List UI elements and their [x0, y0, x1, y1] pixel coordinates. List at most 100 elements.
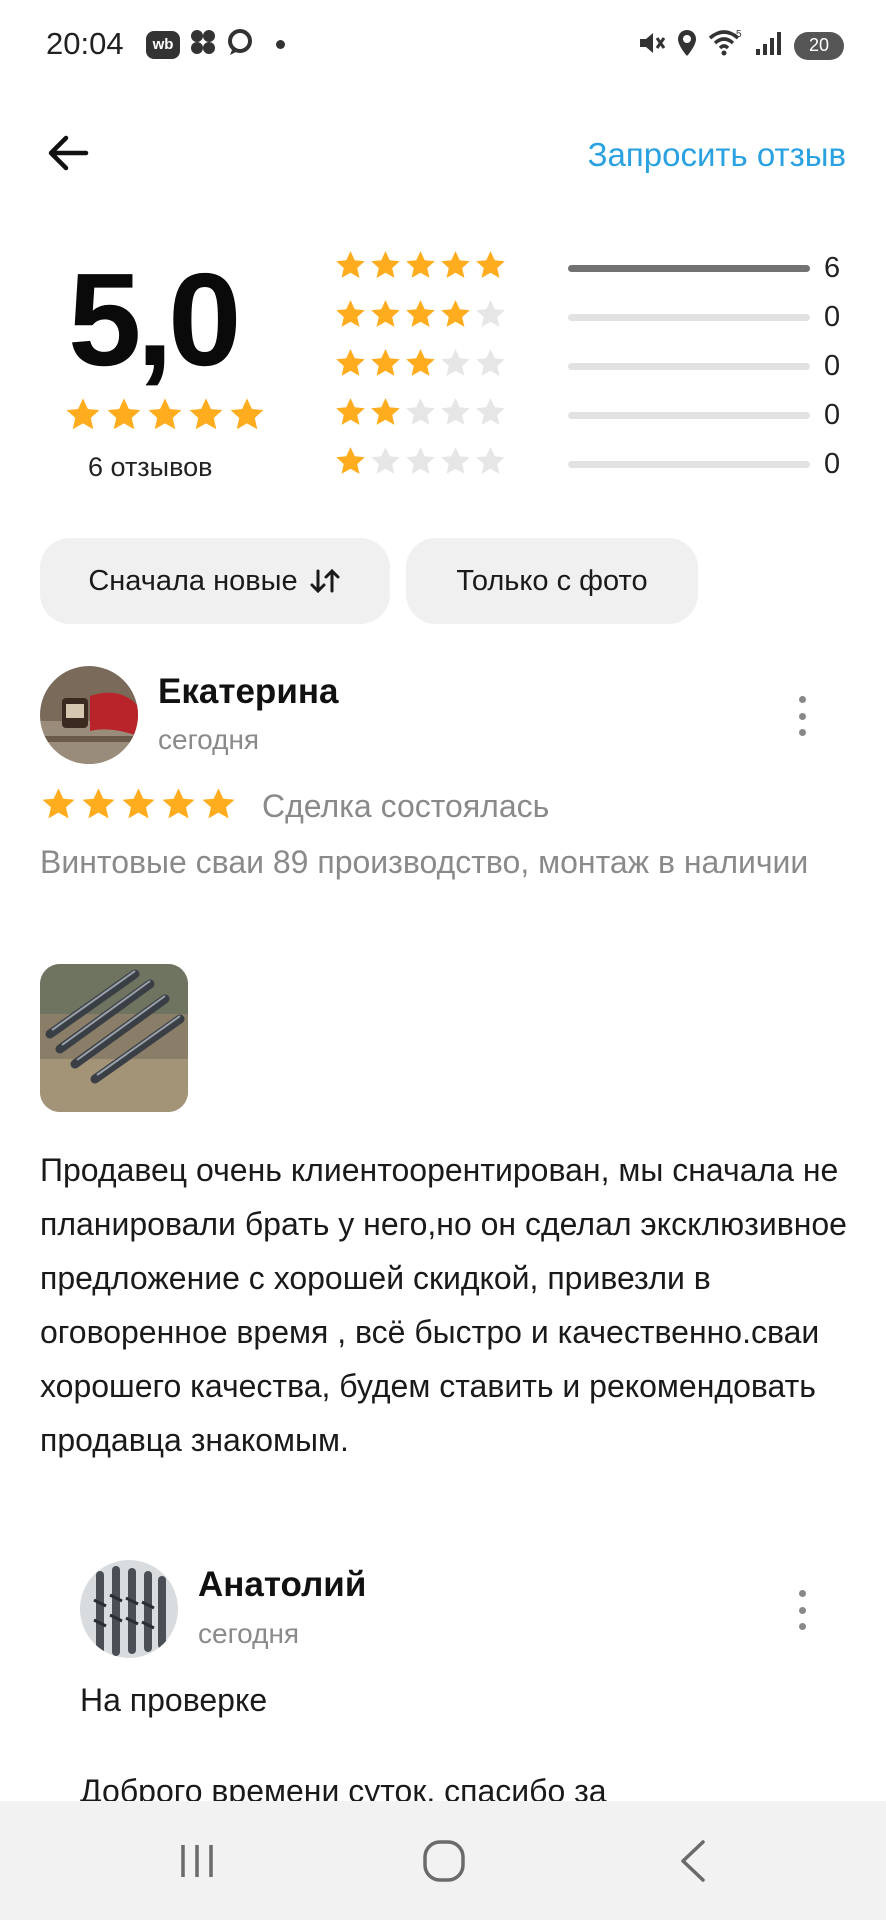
distribution-row-2[interactable]: 0: [334, 391, 854, 439]
reviews-count: 6 отзывов: [88, 452, 213, 482]
clover-icon: [188, 28, 218, 61]
sort-arrows-icon: [310, 568, 340, 594]
star-filled-icon: [369, 396, 402, 434]
star-filled-icon: [228, 396, 266, 439]
review-date: сегодня: [158, 724, 260, 755]
kebab-dot: [798, 1590, 806, 1597]
star-filled-icon: [369, 347, 402, 385]
distribution-bar: [568, 313, 810, 321]
distribution-bar: [568, 264, 810, 272]
star-filled-icon: [120, 786, 157, 828]
home-button[interactable]: [409, 1831, 479, 1891]
review-author: Екатерина: [158, 672, 339, 711]
star-filled-icon: [334, 298, 367, 336]
back-icon: [681, 1840, 705, 1882]
star-filled-icon: [334, 347, 367, 385]
star-filled-icon: [80, 786, 117, 828]
reply-more-button[interactable]: [792, 1590, 812, 1630]
distribution-row-5[interactable]: 6: [334, 244, 854, 292]
review-stars: [40, 786, 237, 828]
star-empty-icon: [439, 445, 472, 483]
chat-icon: [226, 28, 254, 61]
distribution-row-4[interactable]: 0: [334, 293, 854, 341]
kebab-dot: [798, 712, 806, 720]
reply-avatar[interactable]: [80, 1560, 178, 1658]
star-filled-icon: [404, 249, 437, 287]
distribution-stars: [334, 396, 544, 434]
star-empty-icon: [439, 396, 472, 434]
status-right-icons: 5 20: [636, 28, 844, 63]
sort-chip-label: Сначала новые: [88, 564, 298, 597]
distribution-stars: [334, 249, 544, 287]
dot-icon: [276, 40, 285, 49]
reply-date: сегодня: [198, 1618, 300, 1649]
star-filled-icon: [334, 396, 367, 434]
distribution-count: 0: [824, 398, 841, 431]
kebab-dot: [798, 696, 806, 703]
wb-icon: wb: [146, 30, 180, 59]
star-filled-icon: [64, 396, 102, 439]
review-more-button[interactable]: [792, 696, 812, 736]
request-review-link[interactable]: Запросить отзыв: [588, 136, 846, 174]
photo-chip-label: Только с фото: [456, 564, 648, 597]
star-filled-icon: [187, 396, 225, 439]
distribution-count: 6: [824, 251, 841, 284]
svg-text:5: 5: [736, 29, 742, 40]
star-filled-icon: [146, 396, 184, 439]
distribution-bar: [568, 411, 810, 419]
star-filled-icon: [369, 298, 402, 336]
star-filled-icon: [40, 786, 77, 828]
kebab-dot: [798, 729, 806, 736]
review-photo[interactable]: [40, 964, 188, 1112]
star-filled-icon: [404, 347, 437, 385]
distribution-row-3[interactable]: 0: [334, 342, 854, 390]
back-button[interactable]: [44, 128, 94, 178]
wifi-icon: 5: [708, 28, 744, 63]
star-empty-icon: [474, 347, 507, 385]
star-filled-icon: [439, 298, 472, 336]
average-rating: 5,0: [68, 246, 241, 393]
kebab-dot: [798, 1606, 806, 1614]
deal-status: Сделка состоялась: [262, 788, 550, 824]
reply-author: Анатолий: [198, 1565, 367, 1604]
kebab-dot: [798, 1623, 806, 1630]
star-filled-icon: [334, 249, 367, 287]
distribution-stars: [334, 347, 544, 385]
distribution-count: 0: [824, 447, 841, 480]
battery-indicator: 20: [794, 31, 844, 60]
location-icon: [676, 28, 698, 63]
distribution-bar: [568, 460, 810, 468]
star-filled-icon: [105, 396, 143, 439]
star-empty-icon: [369, 445, 402, 483]
mute-icon: [636, 28, 666, 63]
reply-moderation-status: На проверке: [80, 1682, 268, 1718]
signal-icon: [754, 29, 784, 62]
status-time: 20:04: [46, 26, 124, 61]
distribution-stars: [334, 298, 544, 336]
distribution-count: 0: [824, 300, 841, 333]
distribution-row-1[interactable]: 0: [334, 440, 854, 488]
distribution-stars: [334, 445, 544, 483]
star-filled-icon: [334, 445, 367, 483]
recent-apps-button[interactable]: [162, 1831, 232, 1891]
star-empty-icon: [474, 298, 507, 336]
sort-newest-chip[interactable]: Сначала новые: [40, 538, 390, 624]
star-filled-icon: [369, 249, 402, 287]
star-empty-icon: [474, 445, 507, 483]
distribution-bar-fill: [568, 264, 810, 272]
recent-apps-icon: [181, 1845, 213, 1877]
avatar[interactable]: [40, 666, 138, 764]
status-left-icons: wb: [146, 28, 285, 61]
photo-only-chip[interactable]: Только с фото: [406, 538, 698, 624]
star-filled-icon: [200, 786, 237, 828]
star-empty-icon: [439, 347, 472, 385]
review-product[interactable]: Винтовые сваи 89 производство, монтаж в …: [40, 838, 846, 887]
system-back-button[interactable]: [658, 1831, 728, 1891]
star-filled-icon: [404, 298, 437, 336]
star-filled-icon: [474, 249, 507, 287]
star-filled-icon: [439, 249, 472, 287]
review-text: Продавец очень клиентоорентирован, мы сн…: [40, 1152, 847, 1458]
arrow-left-icon: [48, 135, 89, 171]
average-rating-stars: [64, 396, 266, 439]
star-empty-icon: [404, 396, 437, 434]
